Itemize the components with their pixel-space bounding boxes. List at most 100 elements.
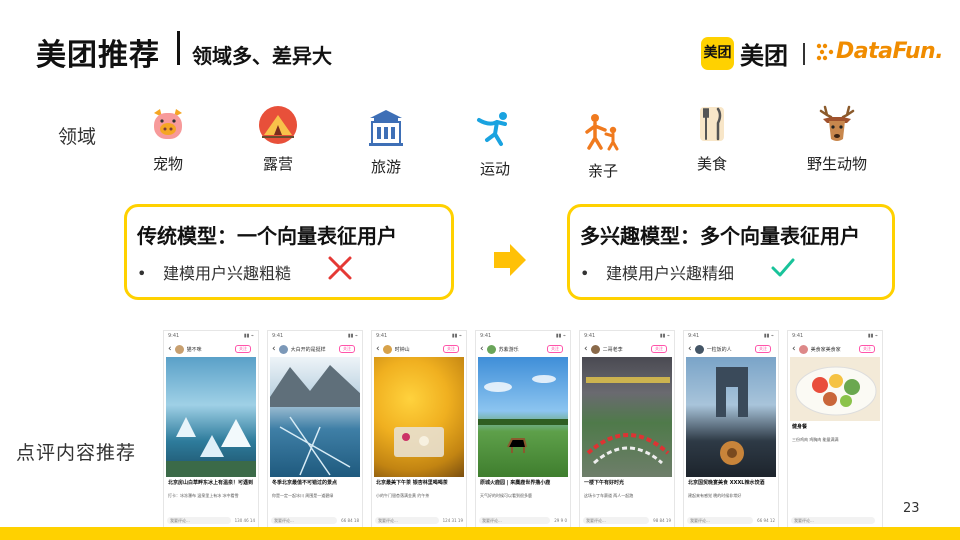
back-arrow-icon[interactable]: ‹ <box>688 344 692 354</box>
like-count[interactable]: 29 <box>554 518 559 523</box>
domain-item-wildlife: 野生动物 <box>797 105 877 174</box>
back-arrow-icon[interactable]: ‹ <box>376 344 380 354</box>
follow-button[interactable]: 关注 <box>339 345 355 353</box>
post-card[interactable]: 9:41 ▮▮ ⌁ ‹ 大白开的是挺样 关注 冬季北京最值不可错过的景点 你是一定… <box>267 330 363 528</box>
author-name: 时钟山 <box>394 346 410 353</box>
domain-label: 亲子 <box>587 162 618 180</box>
follow-button[interactable]: 关注 <box>859 345 875 353</box>
avatar <box>486 344 496 354</box>
like-count[interactable]: 98 <box>653 518 658 523</box>
comment-count[interactable]: 18 <box>354 518 359 523</box>
slide-header: 美团推荐 领域多、差异大 美团 美团 DataFun. <box>0 0 960 80</box>
post-caption: 冬季北京最值不可错过的景点 <box>272 480 338 486</box>
like-count[interactable]: 124 <box>443 518 451 523</box>
post-card[interactable]: 9:41 ▮▮ ⌁ ‹ 二哥老李 关注 一楼下午有好时光 这场卡丁车赛道 两人一起… <box>579 330 675 528</box>
domain-label: 运动 <box>479 160 510 178</box>
star-count[interactable]: 46 <box>244 518 249 523</box>
parent-child-icon <box>585 114 619 151</box>
traditional-model-box: 传统模型：一个向量表征用户 • 建模用户兴趣粗糙 <box>124 204 454 300</box>
post-card[interactable]: 9:41 ▮▮ ⌁ ‹ 苏紫游乐 关注 原城火鹿园 | 来麋鹿世界撸小鹿 天气好的… <box>475 330 571 528</box>
post-body: 你是一定一起冰川 周围是一道碧绿 <box>272 493 334 498</box>
star-count[interactable]: 94 <box>764 518 769 523</box>
avatar <box>798 344 808 354</box>
domains-label: 领域 <box>58 126 97 148</box>
author-name: 一粒饭的人 <box>706 346 732 353</box>
camping-tent-icon <box>259 106 297 144</box>
post-image <box>166 357 256 477</box>
logo-divider <box>803 43 805 65</box>
follow-button[interactable]: 关注 <box>651 345 667 353</box>
wildlife-deer-icon <box>819 105 855 141</box>
comment-count[interactable]: 19 <box>666 518 671 523</box>
comment-input[interactable]: 我要评论... <box>791 517 875 524</box>
domain-item-camping: 露营 <box>238 105 318 174</box>
back-arrow-icon[interactable]: ‹ <box>272 344 276 354</box>
back-arrow-icon[interactable]: ‹ <box>480 344 484 354</box>
multi-interest-model-box: 多兴趣模型：多个向量表征用户 • 建模用户兴趣精细 <box>567 204 895 300</box>
datafun-logo-text: DataFun. <box>836 39 944 64</box>
traditional-model-title: 传统模型：一个向量表征用户 <box>137 224 397 248</box>
page-number: 23 <box>903 501 920 516</box>
comment-input[interactable]: 我要评论... <box>375 517 439 524</box>
follow-button[interactable]: 关注 <box>755 345 771 353</box>
domain-label: 旅游 <box>370 158 401 176</box>
comment-input[interactable]: 我要评论... <box>687 517 754 524</box>
post-image <box>270 357 360 477</box>
star-count[interactable]: 84 <box>348 518 353 523</box>
post-card[interactable]: 9:41 ▮▮ ⌁ ‹ 猫不咪 关注 北京房山白草畔东冰上有温泉！可遇到 打卡：冰… <box>163 330 259 528</box>
post-caption: 一楼下午有好时光 <box>584 480 625 486</box>
post-caption: 原城火鹿园 | 来麋鹿世界撸小鹿 <box>480 480 551 486</box>
back-arrow-icon[interactable]: ‹ <box>792 344 796 354</box>
title-divider <box>177 31 180 65</box>
check-icon <box>771 258 795 277</box>
follow-button[interactable]: 关注 <box>443 345 459 353</box>
comment-input[interactable]: 我要评论... <box>479 517 551 524</box>
back-arrow-icon[interactable]: ‹ <box>168 344 172 354</box>
comment-input[interactable]: 我要评论... <box>583 517 650 524</box>
author-name: 大白开的是挺样 <box>290 346 326 353</box>
domain-label: 宠物 <box>152 155 183 173</box>
like-count[interactable]: 66 <box>757 518 762 523</box>
avatar <box>174 344 184 354</box>
domain-label: 露营 <box>262 155 293 173</box>
meituan-logo-text: 美团 <box>740 42 788 70</box>
comment-count[interactable]: 0 <box>564 518 567 523</box>
post-caption: 北京最美下午茶 银杏林里喝喝茶 <box>376 480 448 486</box>
multi-model-bullet: • 建模用户兴趣精细 <box>580 264 735 283</box>
pet-pig-icon <box>154 109 182 139</box>
food-utensils-icon <box>700 107 724 141</box>
follow-button[interactable]: 关注 <box>547 345 563 353</box>
avatar <box>590 344 600 354</box>
post-image <box>686 357 776 477</box>
post-body: 三份鸡肉 鸡胸肉 能量满满 <box>792 437 839 442</box>
traditional-model-bullet: • 建模用户兴趣粗糙 <box>137 264 292 283</box>
follow-button[interactable]: 关注 <box>235 345 251 353</box>
comment-count[interactable]: 12 <box>770 518 775 523</box>
travel-building-icon <box>369 110 403 146</box>
comment-input[interactable]: 我要评论... <box>167 517 231 524</box>
slide-title: 美团推荐 <box>36 38 160 73</box>
sport-person-icon <box>477 112 507 146</box>
post-card[interactable]: 9:41 ▮▮ ⌁ ‹ 美食家美食家 关注 健身餐 三份鸡肉 鸡胸肉 能量满满 我… <box>787 330 883 528</box>
avatar <box>278 344 288 354</box>
star-count[interactable]: 84 <box>660 518 665 523</box>
multi-bullet-text: 建模用户兴趣精细 <box>606 264 735 283</box>
star-count[interactable]: 9 <box>561 518 564 523</box>
like-count[interactable]: 130 <box>235 518 243 523</box>
back-arrow-icon[interactable]: ‹ <box>584 344 588 354</box>
post-image <box>374 357 464 477</box>
like-count[interactable]: 66 <box>341 518 346 523</box>
comment-count[interactable]: 14 <box>250 518 255 523</box>
domain-item-parent-child: 亲子 <box>563 112 643 181</box>
post-card[interactable]: 9:41 ▮▮ ⌁ ‹ 时钟山 关注 北京最美下午茶 银杏林里喝喝茶 小的午门银杏… <box>371 330 467 528</box>
comment-input[interactable]: 我要评论... <box>271 517 338 524</box>
star-count[interactable]: 31 <box>452 518 457 523</box>
comment-count[interactable]: 19 <box>458 518 463 523</box>
post-body: 这场卡丁车赛道 两人一起跑 <box>584 493 634 498</box>
post-body: 小的午门银杏落满金黄 约午茶 <box>376 493 430 498</box>
post-body: 打卡：冰冻瀑布 温泉里上有冰 冰中看雪 <box>168 493 239 498</box>
post-card[interactable]: 9:41 ▮▮ ⌁ ‹ 一粒饭的人 关注 北京国贸晚宴美食 XXXL辣水饺酒 建起… <box>683 330 779 528</box>
author-name: 美食家美食家 <box>810 346 841 353</box>
domain-item-food: 美食 <box>672 105 752 174</box>
slide-subtitle: 领域多、差异大 <box>192 44 332 68</box>
